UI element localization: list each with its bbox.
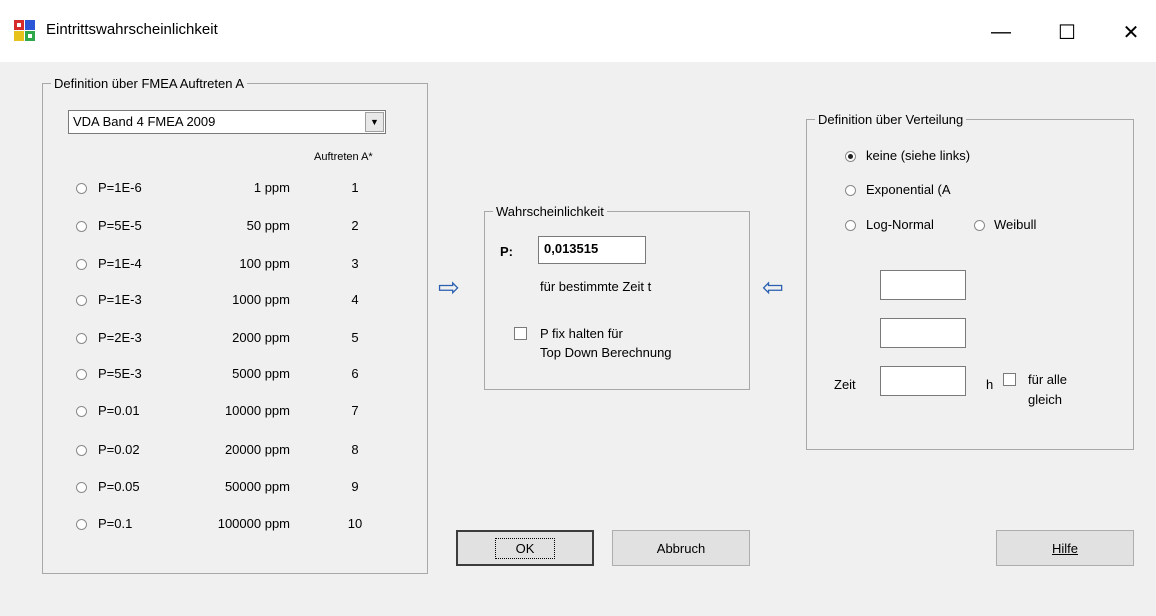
fmea-radio[interactable]: [76, 259, 87, 270]
fmea-radio[interactable]: [76, 333, 87, 344]
fmea-row[interactable]: P=5E-3 5000 ppm 6: [70, 366, 400, 384]
maximize-button[interactable]: ☐: [1044, 12, 1090, 52]
time-note: für bestimmte Zeit t: [540, 279, 652, 294]
fmea-p-label: P=0.01: [98, 403, 140, 418]
radio-weibull[interactable]: [974, 220, 985, 231]
fmea-p-label: P=0.02: [98, 442, 140, 457]
fmea-radio[interactable]: [76, 482, 87, 493]
fmea-row[interactable]: P=1E-6 1 ppm 1: [70, 180, 400, 198]
arrow-left-icon: ⇦: [762, 272, 784, 302]
fmea-radio[interactable]: [76, 221, 87, 232]
unit-h-label: h: [986, 377, 994, 392]
p-label: P:: [500, 244, 513, 259]
for-all-label-line1: für alle: [1028, 372, 1068, 387]
fmea-p-label: P=1E-4: [98, 256, 142, 271]
cancel-button[interactable]: Abbruch: [612, 530, 750, 566]
fmea-a-value: 5: [351, 330, 359, 345]
fmea-ppm: 50000 ppm: [224, 479, 290, 494]
fmea-radio[interactable]: [76, 445, 87, 456]
fmea-a-value: 4: [351, 292, 359, 307]
fmea-a-value: 6: [351, 366, 359, 381]
radio-lognormal-label[interactable]: Log-Normal: [866, 217, 934, 232]
radio-weibull-label[interactable]: Weibull: [994, 217, 1036, 232]
fmea-p-label: P=1E-3: [98, 292, 142, 307]
fix-p-checkbox[interactable]: [514, 327, 527, 340]
fmea-ppm: 50 ppm: [246, 218, 290, 233]
ok-button[interactable]: OK: [456, 530, 594, 566]
fmea-row[interactable]: P=1E-4 100 ppm 3: [70, 256, 400, 274]
fmea-p-label: P=0.05: [98, 479, 140, 494]
fmea-radio[interactable]: [76, 519, 87, 530]
fmea-a-value: 8: [351, 442, 359, 457]
fmea-a-value: 7: [351, 403, 359, 418]
fmea-row[interactable]: P=2E-3 2000 ppm 5: [70, 330, 400, 348]
fmea-p-label: P=1E-6: [98, 180, 142, 195]
zeit-label: Zeit: [834, 377, 856, 392]
app-icon: [14, 20, 36, 42]
radio-none[interactable]: [845, 151, 856, 162]
fmea-radio[interactable]: [76, 406, 87, 417]
fmea-p-label: P=0.1: [98, 516, 133, 531]
ok-button-label: OK: [494, 537, 556, 559]
minimize-button[interactable]: —: [978, 12, 1024, 52]
close-button[interactable]: ✕: [1108, 12, 1154, 52]
probability-input[interactable]: 0,013515: [538, 236, 646, 264]
distribution-group-legend: Definition über Verteilung: [818, 112, 964, 127]
probability-group-legend: Wahrscheinlichkeit: [496, 204, 604, 219]
fmea-a-value: 3: [351, 256, 359, 271]
radio-none-label[interactable]: keine (siehe links): [866, 148, 970, 163]
fmea-a-value: 1: [351, 180, 359, 195]
fmea-ppm: 1 ppm: [253, 180, 290, 195]
column-header-auftreten: Auftreten A*: [314, 151, 373, 163]
fmea-ppm: 5000 ppm: [232, 366, 290, 381]
fmea-ppm: 1000 ppm: [232, 292, 290, 307]
fmea-row[interactable]: P=0.05 50000 ppm 9: [70, 479, 400, 497]
fmea-ppm: 20000 ppm: [224, 442, 290, 457]
fmea-radio[interactable]: [76, 183, 87, 194]
window-title: Eintrittswahrscheinlichkeit: [46, 21, 218, 38]
for-all-checkbox[interactable]: [1003, 373, 1016, 386]
fmea-standard-select[interactable]: VDA Band 4 FMEA 2009 ▼: [68, 110, 386, 134]
radio-exponential-label[interactable]: Exponential (A: [866, 182, 951, 197]
fmea-standard-value: VDA Band 4 FMEA 2009: [73, 114, 216, 129]
fmea-a-value: 2: [351, 218, 359, 233]
fix-p-label-line2: Top Down Berechnung: [540, 345, 672, 360]
fmea-a-value: 10: [347, 516, 363, 531]
chevron-down-icon[interactable]: ▼: [365, 112, 384, 132]
fmea-group-legend: Definition über FMEA Auftreten A: [54, 76, 245, 91]
fmea-row[interactable]: P=1E-3 1000 ppm 4: [70, 292, 400, 310]
for-all-label-line2: gleich: [1028, 392, 1062, 407]
fmea-row[interactable]: P=0.01 10000 ppm 7: [70, 403, 400, 421]
fmea-ppm: 2000 ppm: [232, 330, 290, 345]
fmea-p-label: P=2E-3: [98, 330, 142, 345]
zeit-input[interactable]: [880, 366, 966, 396]
fmea-ppm: 10000 ppm: [224, 403, 290, 418]
fmea-ppm: 100000 ppm: [217, 516, 290, 531]
fmea-p-label: P=5E-3: [98, 366, 142, 381]
fmea-radio[interactable]: [76, 369, 87, 380]
fmea-row[interactable]: P=5E-5 50 ppm 2: [70, 218, 400, 236]
distribution-param1-input[interactable]: [880, 270, 966, 300]
fix-p-label-line1: P fix halten für: [540, 326, 623, 341]
help-button[interactable]: Hilfe: [996, 530, 1134, 566]
fmea-ppm: 100 ppm: [239, 256, 290, 271]
fmea-a-value: 9: [351, 479, 359, 494]
arrow-right-icon: ⇨: [438, 272, 460, 302]
title-bar: Eintrittswahrscheinlichkeit — ☐ ✕: [0, 0, 1156, 62]
fmea-row[interactable]: P=0.1 100000 ppm 10: [70, 516, 400, 534]
radio-exponential[interactable]: [845, 185, 856, 196]
fmea-row[interactable]: P=0.02 20000 ppm 8: [70, 442, 400, 460]
distribution-param2-input[interactable]: [880, 318, 966, 348]
fmea-p-label: P=5E-5: [98, 218, 142, 233]
fmea-radio[interactable]: [76, 295, 87, 306]
probability-group: Wahrscheinlichkeit: [484, 204, 750, 390]
radio-lognormal[interactable]: [845, 220, 856, 231]
